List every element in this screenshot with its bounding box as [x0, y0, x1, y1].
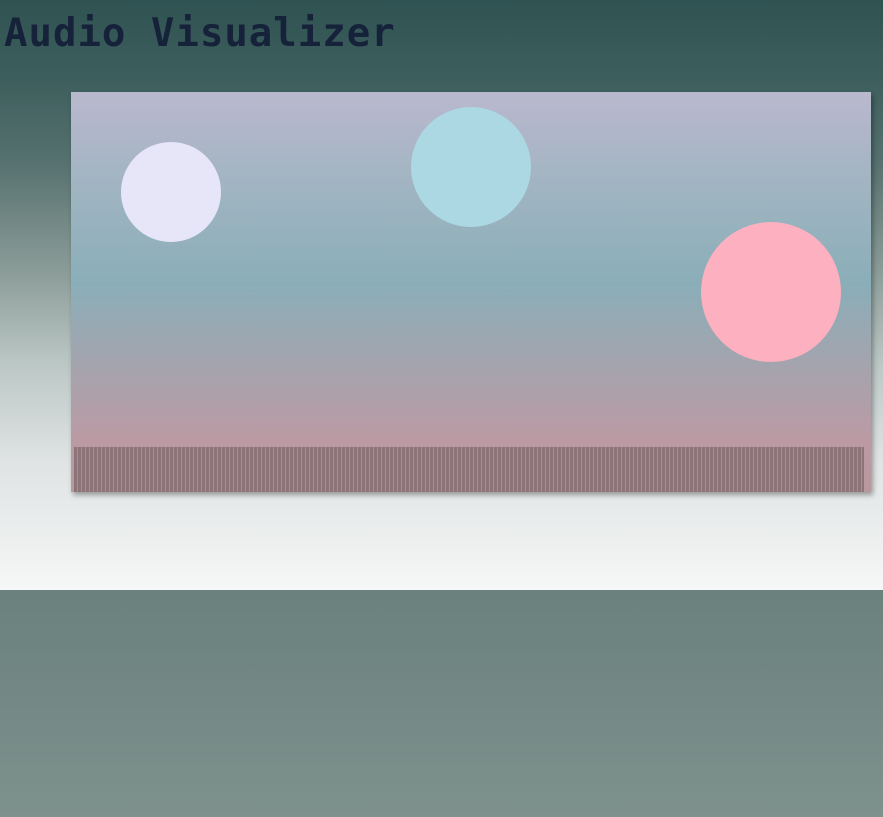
pink-circle: [701, 222, 841, 362]
frequency-spectrum-bars: [74, 447, 864, 492]
visualizer-canvas[interactable]: [71, 92, 871, 492]
lavender-circle: [121, 142, 221, 242]
app-title: Audio Visualizer: [4, 11, 396, 56]
header-panel: Audio Visualizer: [0, 0, 883, 590]
lightblue-circle: [411, 107, 531, 227]
